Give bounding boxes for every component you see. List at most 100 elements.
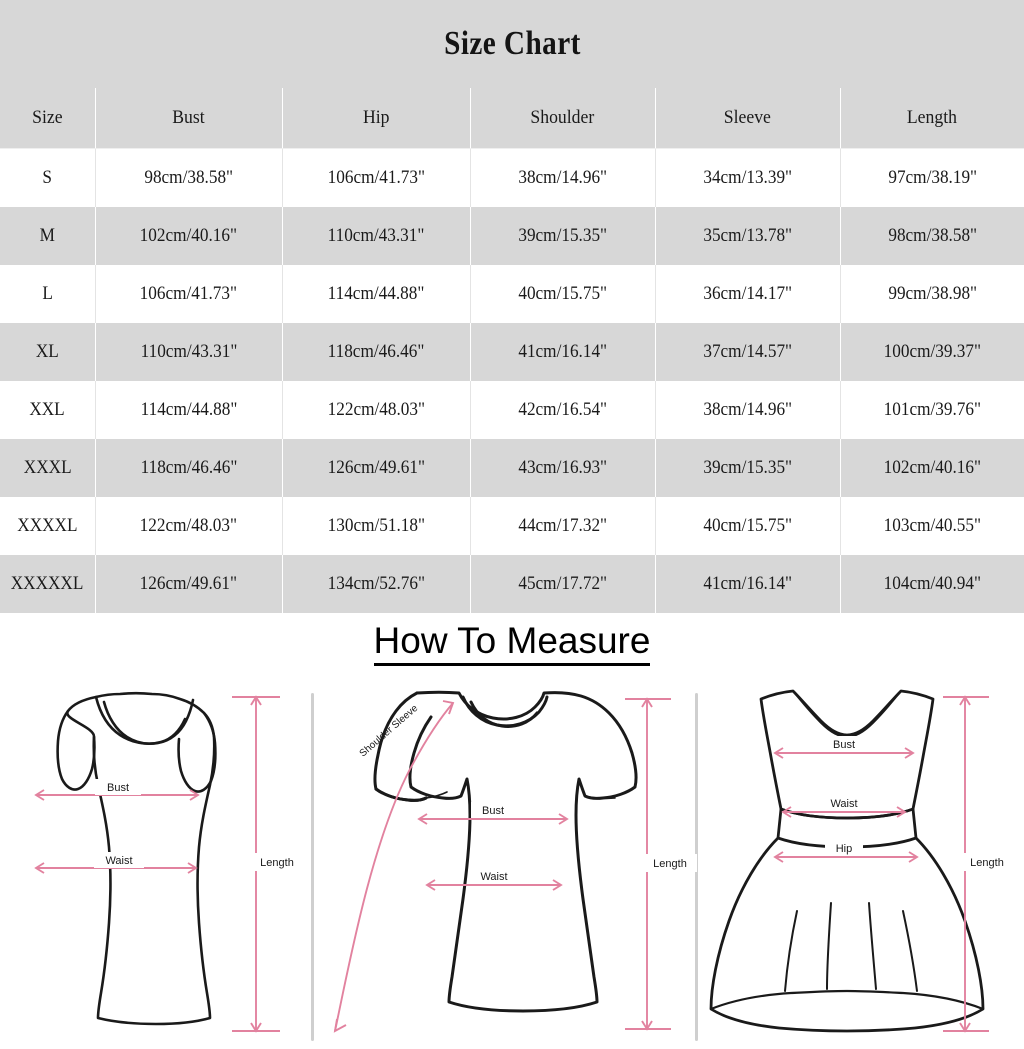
- cell-bust: 110cm/43.31": [95, 323, 283, 381]
- cell-size: XXXL: [0, 439, 96, 497]
- cell-sleeve-text: 35cm/13.78": [703, 225, 792, 246]
- column-header-hip-label: Hip: [362, 107, 390, 128]
- cell-shoulder-text: 45cm/17.72": [518, 573, 607, 594]
- cell-hip: 118cm/46.46": [282, 323, 471, 381]
- table-row: XXXXL 122cm/48.03" 130cm/51.18" 44cm/17.…: [0, 497, 1024, 555]
- cell-shoulder: 44cm/17.32": [470, 497, 656, 555]
- hip-label: Hip: [836, 843, 853, 855]
- cell-bust-text: 126cm/49.61": [139, 573, 238, 594]
- cell-sleeve: 41cm/16.14": [655, 555, 841, 613]
- cell-length-text: 97cm/38.19": [887, 167, 977, 188]
- cell-sleeve: 37cm/14.57": [655, 323, 841, 381]
- cell-shoulder: 43cm/16.93": [470, 439, 656, 497]
- cell-bust: 106cm/41.73": [95, 265, 283, 323]
- cell-hip: 122cm/48.03": [282, 381, 471, 439]
- cell-hip-text: 110cm/43.31": [327, 225, 425, 246]
- how-to-measure-title: How To Measure: [373, 621, 651, 666]
- cell-sleeve: 34cm/13.39": [655, 148, 841, 207]
- table-row: M 102cm/40.16" 110cm/43.31" 39cm/15.35" …: [0, 207, 1024, 265]
- cell-hip-text: 126cm/49.61": [327, 457, 425, 478]
- cell-size: XXXXXL: [0, 555, 96, 613]
- cell-length: 99cm/38.98": [840, 265, 1024, 323]
- shoulder-sleeve-label-group: Shoulder Sleeve: [358, 703, 421, 760]
- cell-size-text: L: [41, 283, 53, 304]
- cell-size-text: M: [39, 225, 55, 246]
- column-header-bust: Bust: [95, 88, 283, 149]
- length-label: Length: [653, 858, 687, 870]
- shoulder-sleeve-arrow-bottom-icon: [333, 1018, 347, 1033]
- cell-bust: 114cm/44.88": [95, 381, 283, 439]
- cell-hip: 106cm/41.73": [282, 148, 471, 207]
- waist-label: Waist: [105, 855, 132, 867]
- cell-shoulder: 39cm/15.35": [470, 207, 656, 265]
- cell-length-text: 103cm/40.55": [883, 515, 981, 536]
- column-header-shoulder: Shoulder: [470, 88, 656, 149]
- cell-bust: 126cm/49.61": [95, 555, 283, 613]
- waist-label: Waist: [830, 798, 857, 810]
- cell-hip-text: 106cm/41.73": [327, 167, 425, 188]
- measure-panel-tank-top: Bust Waist Length: [0, 675, 313, 1049]
- cell-sleeve-text: 41cm/16.14": [703, 573, 792, 594]
- size-chart-table: Size Bust Hip Shoulder Sleeve Length S 9…: [0, 88, 1024, 613]
- column-header-sleeve: Sleeve: [655, 88, 841, 149]
- cell-shoulder: 45cm/17.72": [470, 555, 656, 613]
- tshirt-diagram: Shoulder Sleeve Bust Waist Length: [333, 690, 697, 1033]
- column-header-length: Length: [840, 88, 1024, 149]
- column-header-length-label: Length: [907, 107, 958, 128]
- cell-hip: 114cm/44.88": [282, 265, 471, 323]
- cell-shoulder: 40cm/15.75": [470, 265, 656, 323]
- column-header-size: Size: [0, 88, 96, 149]
- cell-sleeve: 35cm/13.78": [655, 207, 841, 265]
- cell-shoulder-text: 43cm/16.93": [518, 457, 607, 478]
- cell-length-text: 101cm/39.76": [883, 399, 981, 420]
- table-row: XXXXXL 126cm/49.61" 134cm/52.76" 45cm/17…: [0, 555, 1024, 613]
- tshirt-measure-lines: [333, 697, 671, 1033]
- cell-size-text: XXXXXL: [10, 573, 84, 594]
- column-header-hip: Hip: [282, 88, 471, 149]
- size-chart-header: Size Chart: [0, 0, 1024, 88]
- cell-shoulder: 42cm/16.54": [470, 381, 656, 439]
- cell-length: 103cm/40.55": [840, 497, 1024, 555]
- cell-hip-text: 118cm/46.46": [327, 341, 425, 362]
- cell-length: 102cm/40.16": [840, 439, 1024, 497]
- tshirt-outline: [373, 690, 638, 1013]
- shoulder-sleeve-measure-line: [334, 702, 454, 1032]
- cell-shoulder-text: 44cm/17.32": [518, 515, 607, 536]
- table-row: XXL 114cm/44.88" 122cm/48.03" 42cm/16.54…: [0, 381, 1024, 439]
- cell-sleeve: 38cm/14.96": [655, 381, 841, 439]
- cell-sleeve-text: 34cm/13.39": [703, 167, 792, 188]
- column-header-shoulder-label: Shoulder: [530, 107, 595, 128]
- cell-sleeve-text: 36cm/14.17": [703, 283, 792, 304]
- cell-bust-text: 106cm/41.73": [139, 283, 238, 304]
- cell-shoulder-text: 41cm/16.14": [518, 341, 607, 362]
- cell-sleeve-text: 37cm/14.57": [703, 341, 792, 362]
- cell-bust: 122cm/48.03": [95, 497, 283, 555]
- cell-size: XL: [0, 323, 96, 381]
- cell-shoulder-text: 39cm/15.35": [518, 225, 607, 246]
- cell-size: XXL: [0, 381, 96, 439]
- cell-size: XXXXL: [0, 497, 96, 555]
- cell-length: 104cm/40.94": [840, 555, 1024, 613]
- cell-sleeve: 36cm/14.17": [655, 265, 841, 323]
- bust-label: Bust: [107, 782, 129, 794]
- cell-sleeve-text: 39cm/15.35": [703, 457, 792, 478]
- cell-sleeve: 40cm/15.75": [655, 497, 841, 555]
- dress-diagram: Bust Waist Hip Length: [709, 689, 1015, 1033]
- cell-length-text: 104cm/40.94": [883, 573, 981, 594]
- cell-sleeve: 39cm/15.35": [655, 439, 841, 497]
- cell-bust-text: 110cm/43.31": [140, 341, 237, 362]
- cell-bust-text: 102cm/40.16": [139, 225, 238, 246]
- cell-shoulder-text: 42cm/16.54": [518, 399, 607, 420]
- cell-length: 98cm/38.58": [840, 207, 1024, 265]
- cell-hip: 110cm/43.31": [282, 207, 471, 265]
- cell-bust-text: 114cm/44.88": [140, 399, 237, 420]
- cell-size-text: XL: [35, 341, 59, 362]
- measure-panel-dress: Bust Waist Hip Length: [697, 675, 1024, 1049]
- cell-shoulder: 38cm/14.96": [470, 148, 656, 207]
- how-to-measure-diagrams: Bust Waist Length Shoulder Sleeve Bust W…: [0, 675, 1024, 1049]
- cell-hip: 130cm/51.18": [282, 497, 471, 555]
- table-row: L 106cm/41.73" 114cm/44.88" 40cm/15.75" …: [0, 265, 1024, 323]
- cell-length-text: 102cm/40.16": [883, 457, 981, 478]
- cell-hip-text: 114cm/44.88": [327, 283, 425, 304]
- bust-label: Bust: [482, 805, 504, 817]
